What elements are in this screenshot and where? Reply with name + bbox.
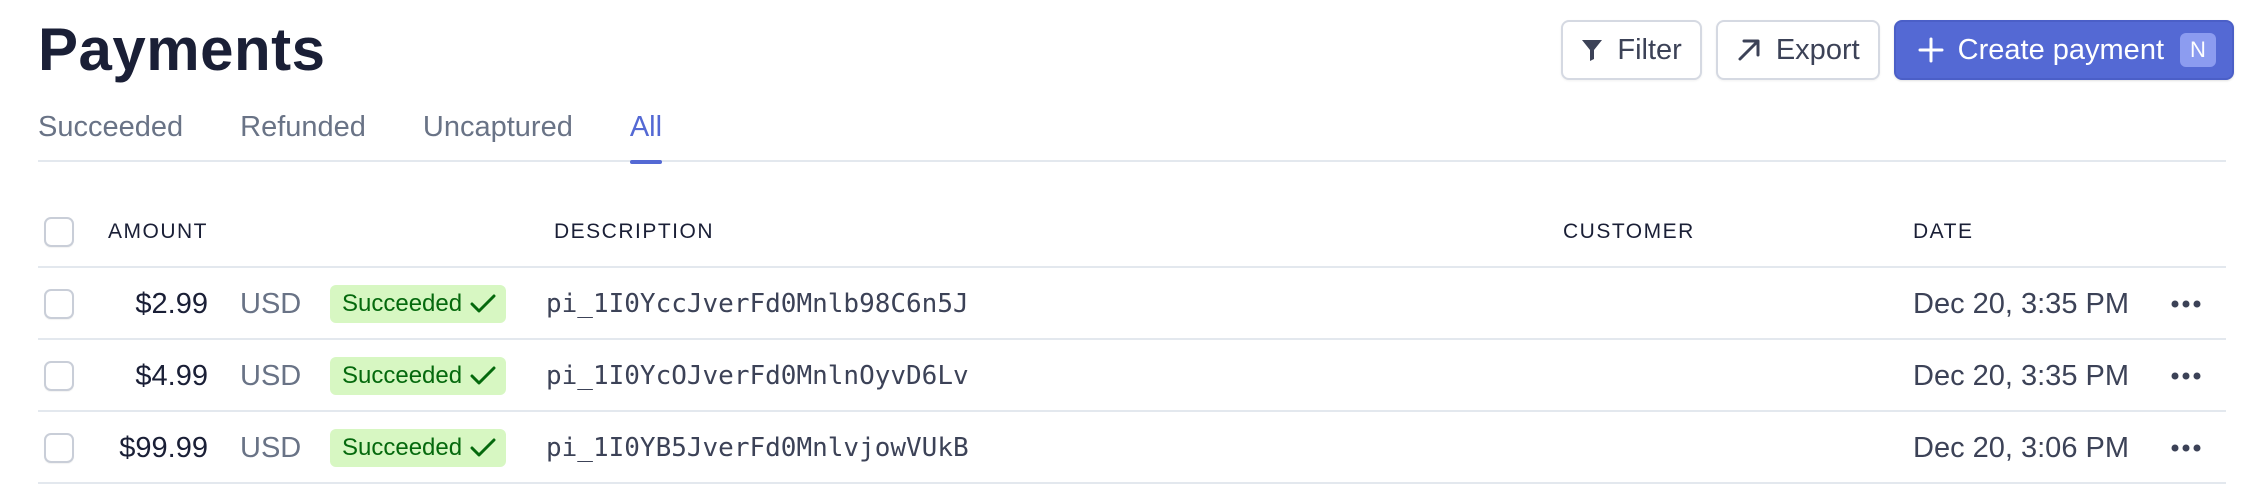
- create-payment-button[interactable]: Create payment N: [1893, 20, 2234, 80]
- status-badge: Succeeded: [330, 357, 507, 395]
- amount-value: $4.99: [135, 359, 208, 392]
- create-payment-label: Create payment: [1957, 33, 2164, 66]
- more-actions-icon[interactable]: [2171, 340, 2201, 412]
- payments-table: AMOUNT DESCRIPTION CUSTOMER DATE $2.99 U…: [38, 196, 2226, 484]
- plus-icon: [1918, 37, 1944, 63]
- more-actions-icon[interactable]: [2171, 268, 2201, 340]
- page-title: Payments: [38, 16, 326, 83]
- date-value: Dec 20, 3:35 PM: [1913, 359, 2129, 392]
- filter-button[interactable]: Filter: [1561, 20, 1702, 80]
- tab-uncaptured[interactable]: Uncaptured: [423, 106, 573, 162]
- column-header-date[interactable]: DATE: [1913, 196, 1973, 268]
- payment-id: pi_1I0YccJverFd0Mnlb98C6n5J: [546, 289, 969, 319]
- checkmark-icon: [470, 294, 496, 313]
- tab-refunded[interactable]: Refunded: [240, 106, 366, 162]
- currency-code: USD: [240, 287, 302, 320]
- date-value: Dec 20, 3:35 PM: [1913, 287, 2129, 320]
- more-actions-icon[interactable]: [2171, 412, 2201, 484]
- currency-code: USD: [240, 431, 302, 464]
- status-badge: Succeeded: [330, 429, 507, 467]
- table-row[interactable]: $99.99 USD Succeeded pi_1I0YB5JverFd0Mnl…: [38, 412, 2226, 484]
- arrow-up-right-icon: [1736, 37, 1762, 63]
- amount-value: $99.99: [119, 431, 208, 464]
- header-actions: Filter Export Create payment N: [1561, 20, 2234, 80]
- payments-page: Payments Filter Export Create payment N …: [0, 0, 2264, 496]
- keyboard-shortcut-badge: N: [2180, 33, 2216, 67]
- table-row[interactable]: $4.99 USD Succeeded pi_1I0YcOJverFd0Mnln…: [38, 340, 2226, 412]
- amount-value: $2.99: [135, 287, 208, 320]
- tab-all[interactable]: All: [629, 106, 663, 164]
- status-badge-label: Succeeded: [342, 290, 463, 317]
- column-header-amount[interactable]: AMOUNT: [108, 196, 208, 268]
- status-badge: Succeeded: [330, 285, 507, 323]
- column-header-description[interactable]: DESCRIPTION: [554, 196, 714, 268]
- table-header-row: AMOUNT DESCRIPTION CUSTOMER DATE: [38, 196, 2226, 268]
- status-badge-label: Succeeded: [342, 362, 463, 389]
- date-value: Dec 20, 3:06 PM: [1913, 431, 2129, 464]
- payment-id: pi_1I0YB5JverFd0MnlvjowVUkB: [546, 433, 969, 463]
- select-all-checkbox[interactable]: [44, 217, 74, 247]
- checkmark-icon: [470, 366, 496, 385]
- filter-button-label: Filter: [1617, 33, 1682, 66]
- status-badge-label: Succeeded: [342, 434, 463, 461]
- currency-code: USD: [240, 359, 302, 392]
- table-row[interactable]: $2.99 USD Succeeded pi_1I0YccJverFd0Mnlb…: [38, 268, 2226, 340]
- checkmark-icon: [470, 438, 496, 457]
- filter-icon: [1581, 38, 1603, 62]
- export-button-label: Export: [1775, 33, 1860, 66]
- tab-succeeded[interactable]: Succeeded: [38, 106, 183, 162]
- export-button[interactable]: Export: [1715, 20, 1880, 80]
- payment-id: pi_1I0YcOJverFd0MnlnOyvD6Lv: [546, 361, 969, 391]
- status-tabs: Succeeded Refunded Uncaptured All: [38, 106, 2226, 164]
- column-header-customer[interactable]: CUSTOMER: [1563, 196, 1695, 268]
